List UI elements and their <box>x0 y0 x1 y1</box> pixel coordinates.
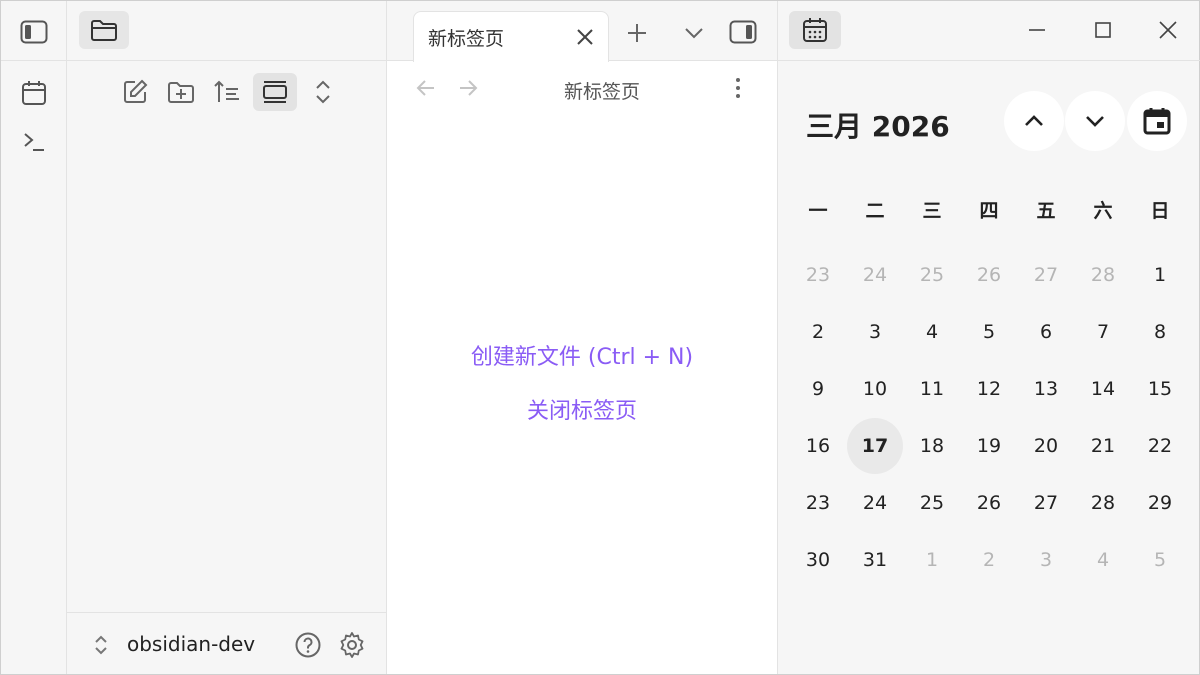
vault-name[interactable]: obsidian-dev <box>127 632 255 656</box>
calendar-day[interactable]: 15 <box>1132 361 1188 417</box>
weekday-label: 六 <box>1093 200 1113 222</box>
terminal-icon[interactable] <box>18 125 50 157</box>
weekday-label: 二 <box>865 200 885 222</box>
new-folder-icon[interactable] <box>161 73 201 111</box>
sidebar-toggle-icon[interactable] <box>17 16 51 48</box>
tab-title: 新标签页 <box>428 28 505 50</box>
calendar-day[interactable]: 26 <box>961 247 1017 303</box>
explorer-header <box>67 1 387 61</box>
calendar-day[interactable]: 5 <box>961 304 1017 360</box>
maximize-icon[interactable] <box>1088 15 1118 45</box>
calendar-day[interactable]: 1 <box>1132 247 1188 303</box>
new-note-icon[interactable] <box>115 73 155 111</box>
calendar-day[interactable]: 12 <box>961 361 1017 417</box>
calendar-day[interactable]: 4 <box>904 304 960 360</box>
weekday-label: 日 <box>1150 200 1170 222</box>
calendar-icon[interactable] <box>18 77 50 109</box>
calendar-month-title: 三月 2026 <box>806 110 950 143</box>
calendar-day[interactable]: 7 <box>1075 304 1131 360</box>
calendar-day[interactable]: 2 <box>790 304 846 360</box>
new-tab-icon[interactable] <box>621 18 653 48</box>
calendar-day[interactable]: 28 <box>1075 475 1131 531</box>
calendar-day[interactable]: 11 <box>904 361 960 417</box>
calendar-day[interactable]: 25 <box>904 247 960 303</box>
create-new-file-link[interactable]: 创建新文件 (Ctrl + N) <box>387 341 777 395</box>
close-tab-link[interactable]: 关闭标签页 <box>387 395 777 449</box>
calendar-day[interactable]: 1 <box>904 532 960 588</box>
calendar-day[interactable]: 13 <box>1018 361 1074 417</box>
calendar-day[interactable]: 22 <box>1132 418 1188 474</box>
auto-reveal-icon[interactable] <box>253 73 297 111</box>
weekday-label: 四 <box>979 200 999 222</box>
calendar-day[interactable]: 6 <box>1018 304 1074 360</box>
calendar-day-today[interactable]: 17 <box>847 418 903 474</box>
calendar-day[interactable]: 29 <box>1132 475 1188 531</box>
collapse-all-icon[interactable] <box>303 73 343 111</box>
empty-state-actions: 创建新文件 (Ctrl + N) 关闭标签页 <box>387 341 777 449</box>
calendar-day[interactable]: 10 <box>847 361 903 417</box>
right-sidebar-header <box>778 1 1200 61</box>
sort-icon[interactable] <box>207 73 247 111</box>
calendar-day[interactable]: 24 <box>847 247 903 303</box>
calendar-day[interactable]: 4 <box>1075 532 1131 588</box>
view-title: 新标签页 <box>563 81 640 103</box>
calendar-day[interactable]: 25 <box>904 475 960 531</box>
right-sidebar-toggle-icon[interactable] <box>727 17 759 47</box>
close-tab-icon[interactable] <box>572 24 598 50</box>
editor-area: 新标签页 新标签页 创建新文件 (Ctrl + N) 关闭标签页 <box>387 1 777 674</box>
calendar-day[interactable]: 14 <box>1075 361 1131 417</box>
weekday-label: 五 <box>1036 200 1056 222</box>
vault-switcher-icon[interactable] <box>89 631 113 659</box>
calendar-day[interactable]: 31 <box>847 532 903 588</box>
obsidian-window: obsidian-dev 新标签页 新标签页 创建新文件 (Ctrl + N) … <box>0 0 1200 675</box>
settings-icon[interactable] <box>337 630 367 660</box>
more-options-icon[interactable] <box>725 75 751 101</box>
weekday-label: 三 <box>922 200 942 222</box>
calendar-day[interactable]: 21 <box>1075 418 1131 474</box>
calendar-day[interactable]: 16 <box>790 418 846 474</box>
calendar-day[interactable]: 27 <box>1018 247 1074 303</box>
calendar-day[interactable]: 19 <box>961 418 1017 474</box>
today-calendar-icon[interactable] <box>1127 91 1187 151</box>
help-icon[interactable] <box>293 630 323 660</box>
calendar-day[interactable]: 27 <box>1018 475 1074 531</box>
calendar-day[interactable]: 3 <box>1018 532 1074 588</box>
calendar-day[interactable]: 5 <box>1132 532 1188 588</box>
weekday-label: 一 <box>808 200 828 222</box>
right-sidebar: 三月 2026 一二三四五六日 23 24 25 26 27 28 1 2 3 4 5 6 7 8 9 10 1… <box>777 1 1200 674</box>
chevron-down-icon[interactable] <box>1065 91 1125 151</box>
calendar-day[interactable]: 23 <box>790 247 846 303</box>
calendar-day[interactable]: 2 <box>961 532 1017 588</box>
calendar-day[interactable]: 9 <box>790 361 846 417</box>
file-explorer: obsidian-dev <box>67 1 387 674</box>
calendar-day[interactable]: 20 <box>1018 418 1074 474</box>
calendar-day[interactable]: 23 <box>790 475 846 531</box>
vault-bar: obsidian-dev <box>67 612 387 674</box>
calendar-day[interactable]: 18 <box>904 418 960 474</box>
view-header: 新标签页 <box>387 61 777 115</box>
folder-icon[interactable] <box>79 11 129 49</box>
tab-list-icon[interactable] <box>679 18 709 48</box>
calendar-tab-icon[interactable] <box>789 11 841 49</box>
tab-new-tab[interactable]: 新标签页 <box>413 11 609 62</box>
ribbon-header <box>1 1 67 61</box>
calendar-day[interactable]: 3 <box>847 304 903 360</box>
chevron-up-icon[interactable] <box>1004 91 1064 151</box>
close-window-icon[interactable] <box>1153 15 1183 45</box>
calendar-day[interactable]: 24 <box>847 475 903 531</box>
calendar-day[interactable]: 28 <box>1075 247 1131 303</box>
tab-bar: 新标签页 <box>387 1 777 62</box>
minimize-icon[interactable] <box>1022 15 1052 45</box>
calendar-day[interactable]: 30 <box>790 532 846 588</box>
left-ribbon <box>1 1 67 674</box>
calendar-day[interactable]: 26 <box>961 475 1017 531</box>
calendar-day[interactable]: 8 <box>1132 304 1188 360</box>
